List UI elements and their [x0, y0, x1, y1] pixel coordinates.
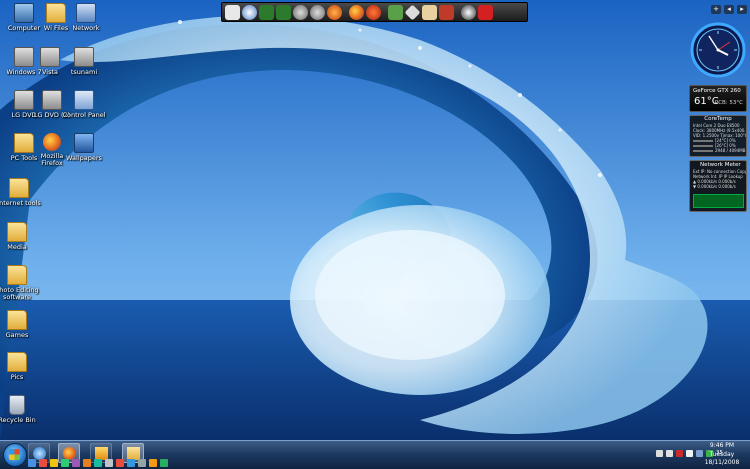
gpu-pcb-temp: PCB: 53°C: [714, 100, 743, 106]
network-icon[interactable]: [439, 4, 454, 20]
drive-icon: [40, 47, 60, 67]
volume-icon[interactable]: [666, 449, 673, 457]
desktop-icon-internet-tools[interactable]: Internet tools: [0, 178, 41, 207]
clock-date: 18/11/2008: [704, 459, 740, 466]
folder-icon[interactable]: [50, 459, 58, 467]
network-icon[interactable]: [686, 449, 693, 457]
media-icon[interactable]: [461, 4, 476, 20]
coretemp-row: 2948 / 4094MB: [690, 148, 746, 153]
dock-separator: [456, 5, 459, 19]
folder-icon: [7, 265, 27, 285]
user-folder-icon: [46, 3, 66, 23]
people-icon[interactable]: [293, 4, 308, 20]
app-icon[interactable]: [83, 459, 91, 467]
mail-icon[interactable]: [39, 459, 47, 467]
gpu-name: GeForce GTX 260: [693, 88, 741, 94]
folder-icon: [7, 310, 27, 330]
desktop-icon-photo-editing[interactable]: Photo Editing software: [0, 265, 39, 301]
prev-gadget-button[interactable]: ◂: [724, 5, 734, 14]
app-icon[interactable]: [149, 459, 157, 467]
desktop-icon-media[interactable]: Media: [0, 222, 39, 251]
app-icon[interactable]: [61, 459, 69, 467]
firefox-icon: [43, 133, 61, 151]
desktop-icon-games[interactable]: Games: [0, 310, 39, 339]
clock-day: Tuesday: [709, 450, 735, 458]
netmeter-row: ▼ 0.000kb/s 0.000b/s: [693, 184, 736, 189]
desktop-icon-wallpapers[interactable]: Wallpapers: [62, 133, 106, 162]
firefox-icon[interactable]: [349, 4, 364, 20]
control-panel-icon: [74, 90, 94, 110]
app-icon[interactable]: [127, 459, 135, 467]
app-icon[interactable]: [138, 459, 146, 467]
folder-icon: [9, 178, 29, 198]
network-meter-title: Network Meter: [700, 162, 741, 168]
next-gadget-button[interactable]: ▸: [737, 5, 747, 14]
dock-separator: [344, 5, 347, 19]
quick-launch-strip: [28, 459, 168, 468]
graph-icon-2[interactable]: [276, 4, 291, 20]
monitor-icon: [74, 133, 94, 153]
taskbar-clock[interactable]: 9:46 PM Tuesday 18/11/2008: [702, 442, 742, 468]
clock-gadget[interactable]: [690, 22, 746, 78]
gimp-icon[interactable]: [327, 4, 342, 20]
app-icon[interactable]: [116, 459, 124, 467]
desktop-wallpaper: [0, 0, 750, 440]
core-load-bar: [693, 145, 713, 147]
windows-logo-icon: [9, 449, 20, 460]
network-graph: [693, 194, 744, 208]
clock-time: 9:46 PM: [709, 442, 735, 449]
dvd-drive-icon: [42, 90, 62, 110]
add-gadget-button[interactable]: +: [711, 5, 721, 14]
desktop-icon[interactable]: [28, 459, 36, 467]
power-icon[interactable]: [478, 4, 493, 20]
start-button[interactable]: [3, 443, 27, 467]
top-dock: [221, 2, 528, 22]
desktop-icon-tsunami[interactable]: tsunami: [62, 47, 106, 76]
pdf-icon[interactable]: [422, 4, 437, 20]
desktop-icon-recycle-bin[interactable]: Recycle Bin: [0, 395, 39, 424]
ccleaner-icon[interactable]: [366, 4, 381, 20]
drive-icon: [74, 47, 94, 67]
gpu-temp-gadget[interactable]: GeForce GTX 260 61°C PCB: 53°C: [689, 85, 747, 112]
app-icon[interactable]: [160, 459, 168, 467]
wave-illustration: [0, 0, 750, 440]
core-load-bar: [693, 140, 713, 142]
coretemp-title: CoreTemp: [704, 116, 732, 122]
computer-icon: [14, 3, 34, 23]
people-icon-2[interactable]: [310, 4, 325, 20]
graph-icon[interactable]: [259, 4, 274, 20]
desktop-icon-pics[interactable]: Pics: [0, 352, 39, 381]
folder-icon[interactable]: [404, 4, 421, 20]
coretemp-gadget[interactable]: CoreTemp Intel Core 2 Duo E8500 Clock: 3…: [689, 115, 747, 157]
folder-icon: [7, 222, 27, 242]
photo-icon[interactable]: [388, 4, 403, 20]
app-icon[interactable]: [72, 459, 80, 467]
network-icon: [76, 3, 96, 23]
recycle-bin-icon: [9, 395, 25, 415]
memory-bar: [693, 150, 713, 152]
network-meter-gadget[interactable]: Network Meter Ext IP: No connection Copy…: [689, 160, 747, 212]
show-hidden-icons-icon[interactable]: [656, 449, 663, 457]
messenger-icon[interactable]: [242, 4, 257, 20]
app-icon[interactable]: [105, 459, 113, 467]
sidebar-controls: + ◂ ▸: [709, 5, 747, 15]
antivirus-icon[interactable]: [676, 449, 683, 457]
zorro-icon[interactable]: [225, 4, 240, 20]
folder-icon: [7, 352, 27, 372]
app-icon[interactable]: [94, 459, 102, 467]
desktop-icon-network[interactable]: Network: [64, 3, 108, 32]
desktop-icon-control-panel[interactable]: Control Panel: [62, 90, 106, 119]
taskbar: 35 9:46 PM Tuesday 18/11/2008: [0, 440, 750, 469]
dock-separator: [383, 5, 386, 19]
